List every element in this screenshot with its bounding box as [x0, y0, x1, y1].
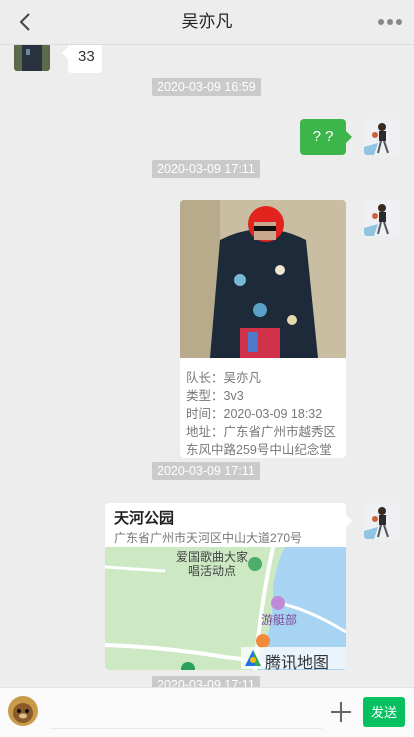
card-time: 时间：2020-03-09 18:32 — [186, 407, 323, 421]
timestamp: 2020-03-09 17:11 — [152, 160, 260, 178]
map-poi-label: 游艇部 — [261, 613, 298, 627]
map-brand-text: 腾讯地图 — [265, 655, 330, 670]
message-text: ? ? — [312, 128, 334, 145]
map-brand: 腾讯地图 — [241, 647, 346, 670]
map-logo-icon — [245, 650, 261, 666]
location-message[interactable]: 天河公园 广东省广州市天河区中山大道270号 爱国歌曲大家唱活动点 游艇部 腾讯… — [105, 503, 352, 670]
my-avatar[interactable] — [364, 200, 400, 236]
message-text: 33 — [78, 48, 95, 65]
card-type: 类型：3v3 — [186, 389, 244, 403]
timestamp: 2020-03-09 17:11 — [152, 462, 260, 480]
chat-header: 吴亦凡 — [0, 0, 414, 45]
timestamp: 2020-03-09 17:11 — [152, 676, 260, 687]
location-map[interactable]: 爱国歌曲大家唱活动点 游艇部 腾讯地图 — [105, 547, 346, 670]
my-avatar[interactable] — [364, 119, 400, 155]
card-captain: 队长：吴亦凡 — [186, 371, 262, 385]
message-list[interactable]: 33 2020-03-09 16:59 ? ? 2020-03-09 17:11 — [0, 45, 414, 687]
message-bubble-incoming[interactable]: 33 — [62, 45, 102, 73]
message-bubble-outgoing[interactable]: ? ? — [300, 119, 352, 155]
card-photo — [180, 200, 346, 358]
my-avatar[interactable] — [364, 503, 400, 539]
input-bar: 发送 — [0, 687, 414, 737]
chat-title: 吴亦凡 — [181, 12, 233, 31]
user-avatar[interactable] — [8, 696, 38, 726]
plus-icon[interactable] — [329, 700, 353, 724]
location-address: 广东省广州市天河区中山大道270号 — [114, 531, 303, 545]
map-poi-label: 爱国歌曲大家唱活动点 — [175, 550, 248, 578]
contact-avatar[interactable] — [14, 45, 50, 71]
game-invite-card[interactable]: 队长：吴亦凡 类型：3v3 时间：2020-03-09 18:32 地址：广东省… — [180, 200, 346, 458]
message-input[interactable] — [50, 698, 322, 729]
card-details: 队长：吴亦凡 类型：3v3 时间：2020-03-09 18:32 地址：广东省… — [180, 363, 346, 458]
send-button[interactable]: 发送 — [363, 697, 405, 727]
card-address: 地址：广东省广州市越秀区东风中路259号中山纪念堂 — [186, 425, 337, 457]
more-options-icon[interactable] — [376, 10, 404, 34]
location-name: 天河公园 — [114, 510, 175, 527]
timestamp: 2020-03-09 16:59 — [152, 78, 261, 96]
